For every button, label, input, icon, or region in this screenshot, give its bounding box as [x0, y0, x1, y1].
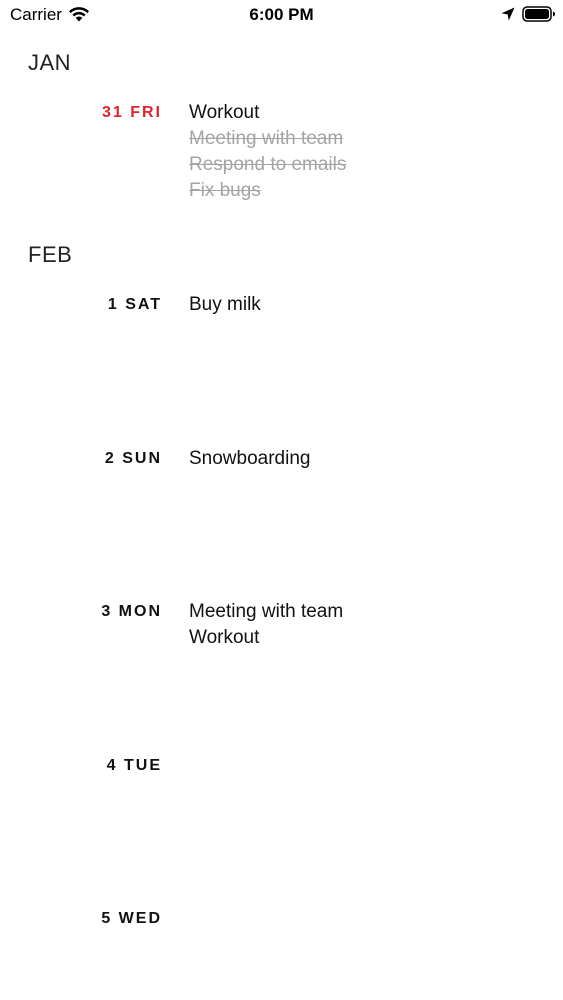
task-list: Workout Meeting with team Respond to ema… — [189, 100, 346, 204]
task-item-completed[interactable]: Meeting with team — [189, 126, 346, 152]
day-label: 4 TUE — [106, 757, 162, 774]
battery-icon — [522, 6, 555, 22]
task-item[interactable]: Workout — [189, 100, 346, 126]
task-item[interactable]: Snowboarding — [189, 446, 310, 472]
day-label: 1 SAT — [107, 296, 162, 313]
task-list: Snowboarding — [189, 446, 310, 472]
task-list: Meeting with team Workout — [189, 599, 343, 651]
month-header-jan: JAN — [28, 50, 72, 75]
status-time: 6:00 PM — [249, 5, 314, 24]
day-label: 31 FRI — [101, 104, 162, 121]
task-item[interactable]: Buy milk — [189, 292, 261, 318]
day-label: 2 SUN — [104, 450, 162, 467]
task-list: Buy milk — [189, 292, 261, 318]
month-header-feb: FEB — [28, 242, 73, 267]
task-item[interactable]: Workout — [189, 625, 343, 651]
task-item-completed[interactable]: Fix bugs — [189, 178, 346, 204]
day-label: 3 MON — [101, 603, 162, 620]
location-arrow-icon — [501, 7, 515, 21]
status-bar: Carrier 6:00 PM — [0, 0, 563, 30]
task-item-completed[interactable]: Respond to emails — [189, 152, 346, 178]
agenda-screen: Carrier 6:00 PM JAN 31 FRI Workout Meeti… — [0, 0, 563, 1000]
day-label: 5 WED — [101, 910, 162, 927]
task-item[interactable]: Meeting with team — [189, 599, 343, 625]
